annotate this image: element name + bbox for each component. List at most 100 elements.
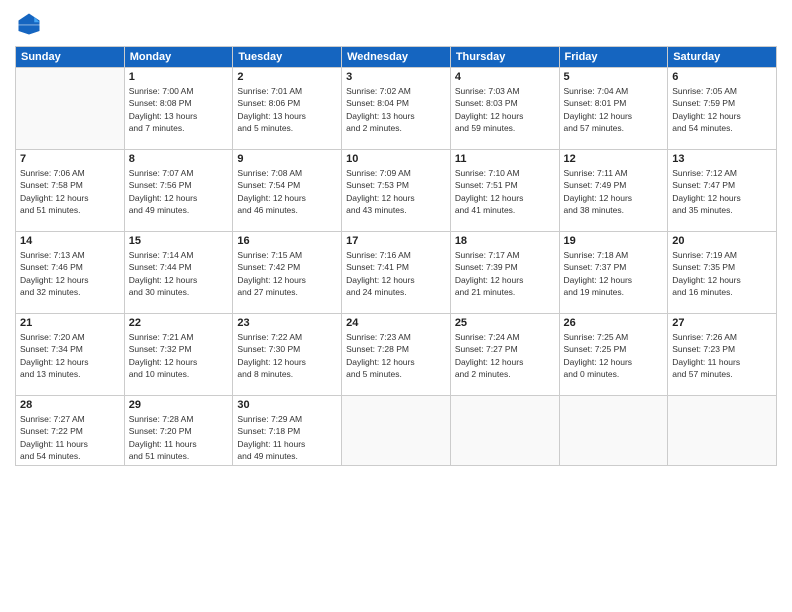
calendar-table: SundayMondayTuesdayWednesdayThursdayFrid… [15, 46, 777, 466]
calendar-cell: 19 Sunrise: 7:18 AM Sunset: 7:37 PM Dayli… [559, 232, 668, 314]
calendar-cell [342, 396, 451, 466]
day-number: 27 [672, 317, 772, 329]
day-header-friday: Friday [559, 47, 668, 68]
day-info: Sunrise: 7:28 AM Sunset: 7:20 PM Dayligh… [129, 413, 229, 462]
day-info: Sunrise: 7:14 AM Sunset: 7:44 PM Dayligh… [129, 249, 229, 298]
calendar-cell: 21 Sunrise: 7:20 AM Sunset: 7:34 PM Dayli… [16, 314, 125, 396]
day-number: 4 [455, 71, 555, 83]
day-number: 16 [237, 235, 337, 247]
day-number: 5 [564, 71, 664, 83]
day-info: Sunrise: 7:20 AM Sunset: 7:34 PM Dayligh… [20, 331, 120, 380]
day-number: 17 [346, 235, 446, 247]
day-info: Sunrise: 7:12 AM Sunset: 7:47 PM Dayligh… [672, 167, 772, 216]
day-header-monday: Monday [124, 47, 233, 68]
calendar-cell: 15 Sunrise: 7:14 AM Sunset: 7:44 PM Dayli… [124, 232, 233, 314]
calendar-week-5: 28 Sunrise: 7:27 AM Sunset: 7:22 PM Dayli… [16, 396, 777, 466]
day-info: Sunrise: 7:16 AM Sunset: 7:41 PM Dayligh… [346, 249, 446, 298]
day-info: Sunrise: 7:22 AM Sunset: 7:30 PM Dayligh… [237, 331, 337, 380]
day-number: 13 [672, 153, 772, 165]
day-info: Sunrise: 7:05 AM Sunset: 7:59 PM Dayligh… [672, 85, 772, 134]
calendar-cell [668, 396, 777, 466]
day-info: Sunrise: 7:26 AM Sunset: 7:23 PM Dayligh… [672, 331, 772, 380]
day-number: 12 [564, 153, 664, 165]
calendar-cell: 28 Sunrise: 7:27 AM Sunset: 7:22 PM Dayli… [16, 396, 125, 466]
day-info: Sunrise: 7:25 AM Sunset: 7:25 PM Dayligh… [564, 331, 664, 380]
calendar-cell: 18 Sunrise: 7:17 AM Sunset: 7:39 PM Dayli… [450, 232, 559, 314]
calendar-cell: 9 Sunrise: 7:08 AM Sunset: 7:54 PM Daylig… [233, 150, 342, 232]
day-info: Sunrise: 7:15 AM Sunset: 7:42 PM Dayligh… [237, 249, 337, 298]
day-number: 30 [237, 399, 337, 411]
calendar-cell: 23Sunrise: 7:22 AM Sunset: 7:30 PM Dayli… [233, 314, 342, 396]
calendar-week-2: 7 Sunrise: 7:06 AM Sunset: 7:58 PM Daylig… [16, 150, 777, 232]
logo [15, 10, 47, 38]
day-info: Sunrise: 7:06 AM Sunset: 7:58 PM Dayligh… [20, 167, 120, 216]
day-number: 29 [129, 399, 229, 411]
day-info: Sunrise: 7:17 AM Sunset: 7:39 PM Dayligh… [455, 249, 555, 298]
day-info: Sunrise: 7:18 AM Sunset: 7:37 PM Dayligh… [564, 249, 664, 298]
day-info: Sunrise: 7:19 AM Sunset: 7:35 PM Dayligh… [672, 249, 772, 298]
calendar-cell: 12Sunrise: 7:11 AM Sunset: 7:49 PM Dayli… [559, 150, 668, 232]
day-info: Sunrise: 7:03 AM Sunset: 8:03 PM Dayligh… [455, 85, 555, 134]
day-info: Sunrise: 7:01 AM Sunset: 8:06 PM Dayligh… [237, 85, 337, 134]
calendar-cell: 27 Sunrise: 7:26 AM Sunset: 7:23 PM Dayli… [668, 314, 777, 396]
calendar-cell: 16 Sunrise: 7:15 AM Sunset: 7:42 PM Dayli… [233, 232, 342, 314]
day-info: Sunrise: 7:24 AM Sunset: 7:27 PM Dayligh… [455, 331, 555, 380]
calendar-week-3: 14 Sunrise: 7:13 AM Sunset: 7:46 PM Dayli… [16, 232, 777, 314]
calendar-cell: 29 Sunrise: 7:28 AM Sunset: 7:20 PM Dayli… [124, 396, 233, 466]
logo-icon [15, 10, 43, 38]
calendar-cell: 2 Sunrise: 7:01 AM Sunset: 8:06 PM Daylig… [233, 68, 342, 150]
day-number: 22 [129, 317, 229, 329]
calendar-cell: 7 Sunrise: 7:06 AM Sunset: 7:58 PM Daylig… [16, 150, 125, 232]
day-info: Sunrise: 7:02 AM Sunset: 8:04 PM Dayligh… [346, 85, 446, 134]
header [15, 10, 777, 38]
calendar-cell: 10 Sunrise: 7:09 AM Sunset: 7:53 PM Dayli… [342, 150, 451, 232]
calendar-week-1: 1 Sunrise: 7:00 AM Sunset: 8:08 PM Daylig… [16, 68, 777, 150]
day-number: 3 [346, 71, 446, 83]
header-row: SundayMondayTuesdayWednesdayThursdayFrid… [16, 47, 777, 68]
calendar-cell: 5 Sunrise: 7:04 AM Sunset: 8:01 PM Daylig… [559, 68, 668, 150]
day-info: Sunrise: 7:23 AM Sunset: 7:28 PM Dayligh… [346, 331, 446, 380]
day-info: Sunrise: 7:09 AM Sunset: 7:53 PM Dayligh… [346, 167, 446, 216]
calendar-header: SundayMondayTuesdayWednesdayThursdayFrid… [16, 47, 777, 68]
day-info: Sunrise: 7:13 AM Sunset: 7:46 PM Dayligh… [20, 249, 120, 298]
calendar-cell: 3 Sunrise: 7:02 AM Sunset: 8:04 PM Daylig… [342, 68, 451, 150]
day-number: 28 [20, 399, 120, 411]
day-number: 26 [564, 317, 664, 329]
day-info: Sunrise: 7:08 AM Sunset: 7:54 PM Dayligh… [237, 167, 337, 216]
calendar-cell: 14 Sunrise: 7:13 AM Sunset: 7:46 PM Dayli… [16, 232, 125, 314]
calendar-body: 1 Sunrise: 7:00 AM Sunset: 8:08 PM Daylig… [16, 68, 777, 466]
calendar-cell: 1 Sunrise: 7:00 AM Sunset: 8:08 PM Daylig… [124, 68, 233, 150]
day-header-saturday: Saturday [668, 47, 777, 68]
calendar-cell: 11 Sunrise: 7:10 AM Sunset: 7:51 PM Dayli… [450, 150, 559, 232]
calendar-cell: 4 Sunrise: 7:03 AM Sunset: 8:03 PM Daylig… [450, 68, 559, 150]
calendar-cell: 6Sunrise: 7:05 AM Sunset: 7:59 PM Daylig… [668, 68, 777, 150]
day-number: 2 [237, 71, 337, 83]
day-header-thursday: Thursday [450, 47, 559, 68]
day-header-sunday: Sunday [16, 47, 125, 68]
day-info: Sunrise: 7:21 AM Sunset: 7:32 PM Dayligh… [129, 331, 229, 380]
day-header-wednesday: Wednesday [342, 47, 451, 68]
day-number: 19 [564, 235, 664, 247]
day-number: 1 [129, 71, 229, 83]
day-number: 24 [346, 317, 446, 329]
day-header-tuesday: Tuesday [233, 47, 342, 68]
day-info: Sunrise: 7:10 AM Sunset: 7:51 PM Dayligh… [455, 167, 555, 216]
day-number: 18 [455, 235, 555, 247]
calendar-cell [16, 68, 125, 150]
day-number: 21 [20, 317, 120, 329]
calendar-cell: 8Sunrise: 7:07 AM Sunset: 7:56 PM Daylig… [124, 150, 233, 232]
calendar-cell: 25Sunrise: 7:24 AM Sunset: 7:27 PM Dayli… [450, 314, 559, 396]
day-number: 11 [455, 153, 555, 165]
day-info: Sunrise: 7:27 AM Sunset: 7:22 PM Dayligh… [20, 413, 120, 462]
day-info: Sunrise: 7:04 AM Sunset: 8:01 PM Dayligh… [564, 85, 664, 134]
calendar-cell: 30Sunrise: 7:29 AM Sunset: 7:18 PM Dayli… [233, 396, 342, 466]
day-number: 9 [237, 153, 337, 165]
day-number: 10 [346, 153, 446, 165]
day-number: 20 [672, 235, 772, 247]
day-number: 7 [20, 153, 120, 165]
day-info: Sunrise: 7:00 AM Sunset: 8:08 PM Dayligh… [129, 85, 229, 134]
day-number: 8 [129, 153, 229, 165]
day-number: 15 [129, 235, 229, 247]
calendar-cell [450, 396, 559, 466]
day-number: 14 [20, 235, 120, 247]
